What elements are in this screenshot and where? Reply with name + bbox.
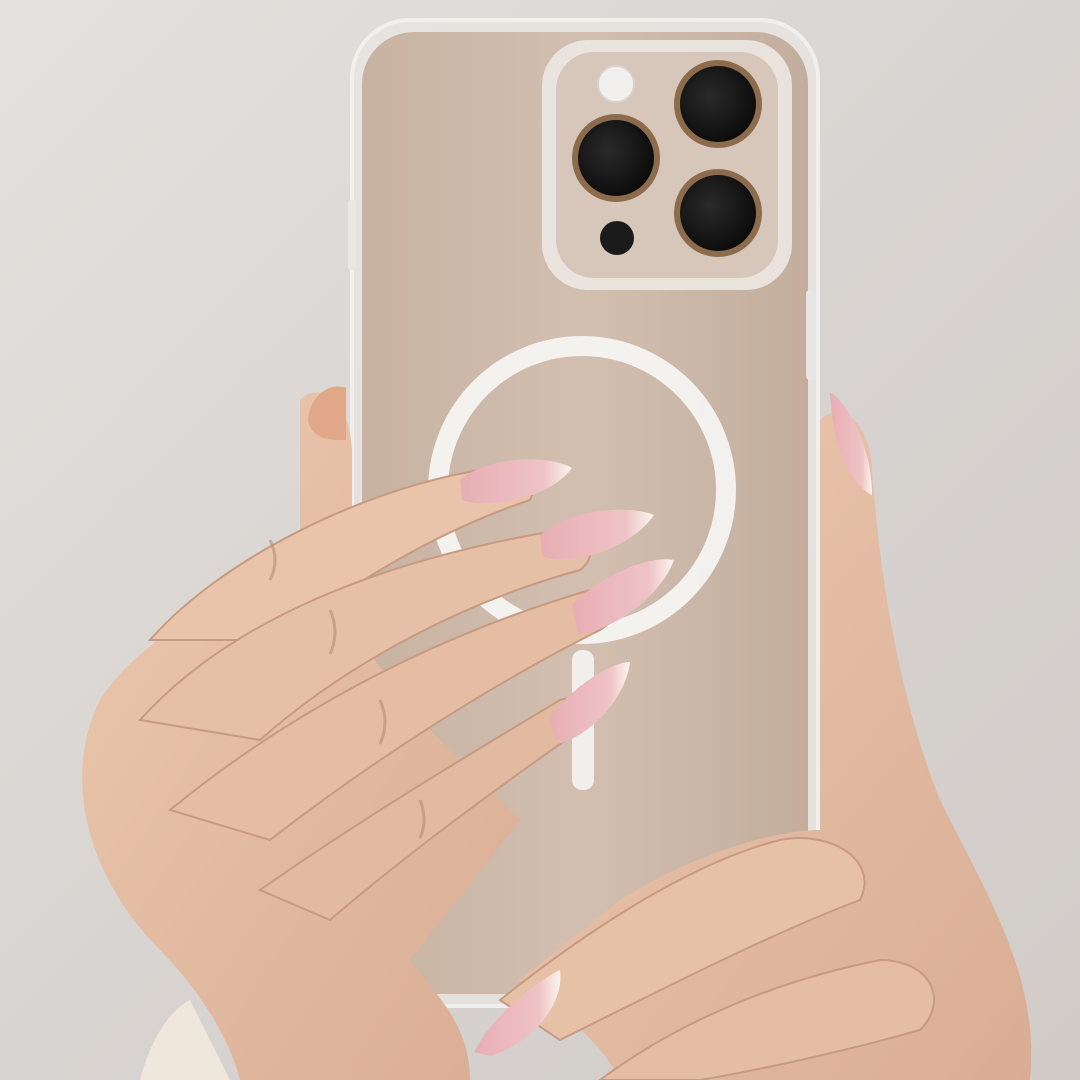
camera-lens-icon [674, 169, 762, 257]
side-button [806, 290, 816, 380]
phone-held-in-hands-photo [0, 0, 1080, 1080]
camera-module [542, 40, 792, 290]
camera-lens-icon [572, 114, 660, 202]
flash-icon [597, 65, 635, 103]
volume-button [348, 200, 356, 270]
camera-lens-icon [674, 60, 762, 148]
lidar-sensor-icon [600, 221, 634, 255]
